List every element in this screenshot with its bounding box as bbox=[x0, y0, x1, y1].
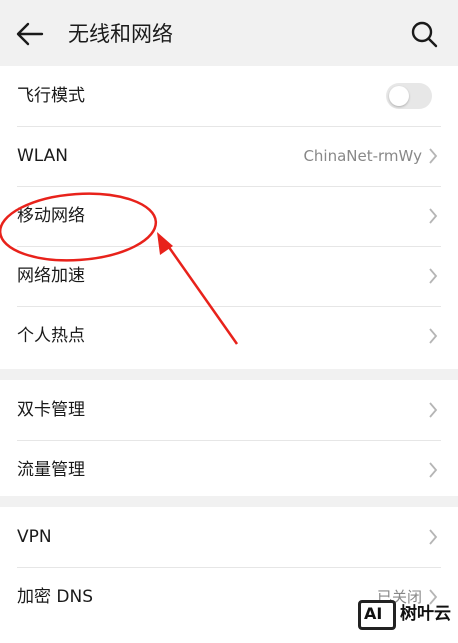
settings-group-sim: 双卡管理 流量管理 bbox=[0, 380, 458, 496]
chevron-right-icon bbox=[429, 268, 438, 284]
row-label: 飞行模式 bbox=[17, 86, 85, 106]
toggle-knob bbox=[389, 86, 409, 106]
search-icon[interactable] bbox=[408, 18, 440, 50]
chevron-right-icon bbox=[429, 208, 438, 224]
row-mobile-network[interactable]: 移动网络 bbox=[0, 186, 458, 246]
row-label: WLAN bbox=[17, 146, 69, 166]
row-dual-sim[interactable]: 双卡管理 bbox=[0, 380, 458, 440]
chevron-right-icon bbox=[429, 529, 438, 545]
row-label: VPN bbox=[17, 527, 52, 547]
row-label: 加密 DNS bbox=[17, 587, 94, 607]
watermark-text: 树叶云 bbox=[400, 604, 451, 624]
arrow-left-icon[interactable] bbox=[14, 19, 46, 49]
row-airplane-mode[interactable]: 飞行模式 bbox=[0, 66, 458, 126]
row-data-usage[interactable]: 流量管理 bbox=[0, 440, 458, 500]
chevron-right-icon bbox=[429, 462, 438, 478]
page-title: 无线和网络 bbox=[68, 22, 173, 46]
watermark-logo: AI bbox=[358, 600, 396, 630]
row-label: 流量管理 bbox=[17, 460, 85, 480]
row-personal-hotspot[interactable]: 个人热点 bbox=[0, 306, 458, 366]
settings-group-network: 飞行模式 WLAN ChinaNet-rmWy 移动网络 网络加速 个人热点 bbox=[0, 66, 458, 369]
airplane-mode-toggle[interactable] bbox=[386, 83, 432, 109]
app-header: 无线和网络 bbox=[0, 0, 458, 66]
watermark: AI 树叶云 bbox=[354, 596, 458, 643]
row-vpn[interactable]: VPN bbox=[0, 507, 458, 567]
chevron-right-icon bbox=[429, 148, 438, 164]
row-label: 移动网络 bbox=[17, 206, 85, 226]
wlan-network-name: ChinaNet-rmWy bbox=[303, 147, 422, 165]
chevron-right-icon bbox=[429, 328, 438, 344]
row-label: 个人热点 bbox=[17, 326, 85, 346]
chevron-right-icon bbox=[429, 402, 438, 418]
row-label: 网络加速 bbox=[17, 266, 85, 286]
row-network-acceleration[interactable]: 网络加速 bbox=[0, 246, 458, 306]
watermark-logo-text: AI bbox=[364, 604, 383, 623]
row-label: 双卡管理 bbox=[17, 400, 85, 420]
row-wlan[interactable]: WLAN ChinaNet-rmWy bbox=[0, 126, 458, 186]
